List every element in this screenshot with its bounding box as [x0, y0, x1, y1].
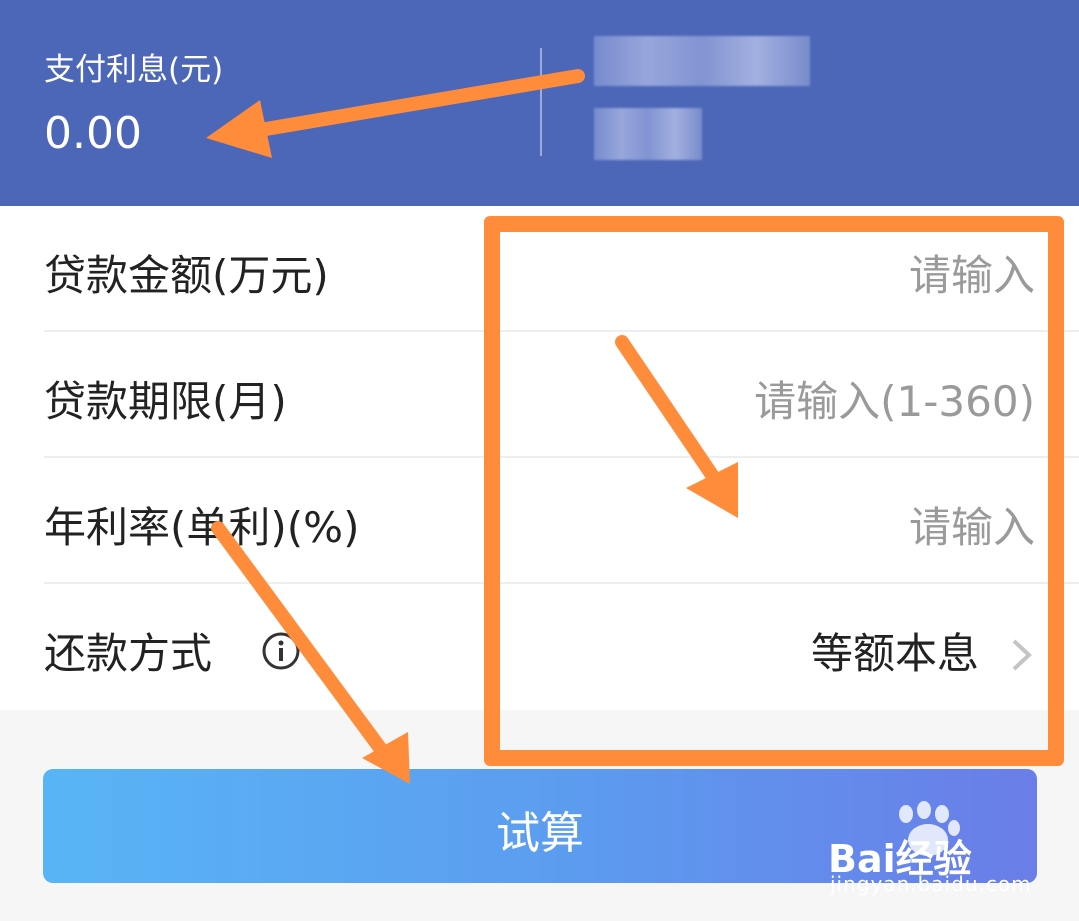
result-header: 支付利息(元) 0.00 — [0, 0, 1079, 206]
header-divider — [540, 48, 542, 156]
loan-amount-label: 贷款金额(万元) — [44, 251, 329, 300]
annotation-highlight-box — [484, 216, 1064, 766]
blurred-text-bottom — [594, 108, 702, 160]
watermark-url: jingyan.baidu.com — [830, 872, 1032, 896]
interest-value: 0.00 — [44, 108, 142, 159]
annual-rate-label: 年利率(单利)(%) — [44, 503, 360, 552]
blurred-text-top — [594, 36, 810, 86]
repayment-method-label: 还款方式 — [44, 629, 213, 678]
loan-term-label: 贷款期限(月) — [44, 377, 287, 426]
interest-label: 支付利息(元) — [44, 52, 224, 88]
info-icon[interactable] — [262, 632, 300, 670]
